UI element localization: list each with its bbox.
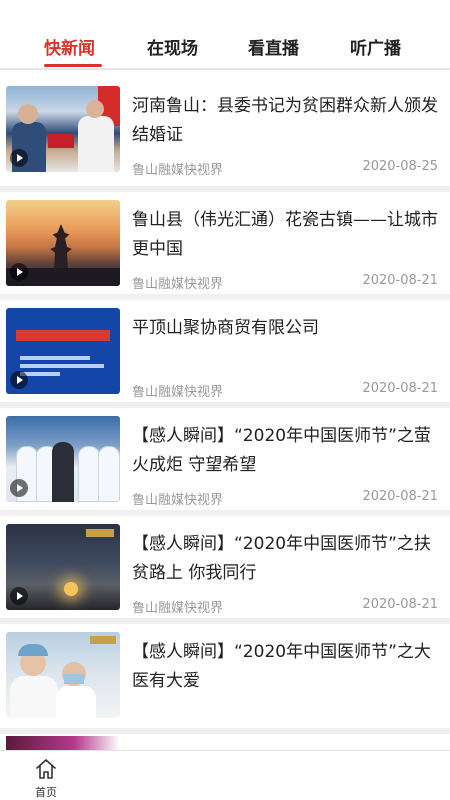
news-thumbnail[interactable]	[6, 524, 120, 610]
home-icon	[36, 759, 56, 779]
news-source: 鲁山融媒快视界	[132, 493, 224, 508]
play-icon	[10, 371, 28, 389]
news-date: 2020-08-21	[362, 273, 438, 288]
news-title[interactable]: 鲁山县（伟光汇通）花瓷古镇——让城市更中国	[132, 206, 438, 264]
news-title[interactable]: 平顶山聚协商贸有限公司	[132, 314, 438, 343]
nav-home-label: 首页	[35, 786, 57, 799]
play-icon	[10, 263, 28, 281]
news-card[interactable]: 【感人瞬间】“2020年中国医师节”之扶贫路上 你我同行 鲁山融媒快视界 202…	[0, 516, 450, 624]
news-card[interactable]: 河南鲁山：县委书记为贫困群众新人颁发结婚证 鲁山融媒快视界 2020-08-25	[0, 78, 450, 186]
tab-kuaixinwen[interactable]: 快新闻	[44, 34, 95, 59]
tab-tingguangbo[interactable]: 听广播	[350, 34, 401, 59]
top-tab-bar: 快新闻 在现场 看直播 听广播	[0, 0, 450, 68]
play-icon	[10, 479, 28, 497]
news-card[interactable]: 平顶山聚协商贸有限公司 鲁山融媒快视界 2020-08-21	[0, 300, 450, 408]
news-thumbnail[interactable]	[6, 632, 120, 718]
news-title[interactable]: 【感人瞬间】“2020年中国医师节”之大医有大爱	[132, 638, 438, 696]
news-source: 鲁山融媒快视界	[132, 601, 224, 616]
tab-zaixianchang[interactable]: 在现场	[147, 34, 198, 59]
active-tab-indicator	[44, 64, 102, 67]
news-date: 2020-08-25	[362, 159, 438, 174]
bottom-nav: 首页	[0, 750, 450, 800]
news-date: 2020-08-21	[362, 381, 438, 396]
news-title[interactable]: 【感人瞬间】“2020年中国医师节”之扶贫路上 你我同行	[132, 530, 438, 588]
news-source: 鲁山融媒快视界	[132, 163, 224, 178]
news-feed[interactable]: 河南鲁山：县委书记为贫困群众新人颁发结婚证 鲁山融媒快视界 2020-08-25…	[0, 70, 450, 750]
news-title[interactable]: 【感人瞬间】“2020年中国医师节”之萤火成炬 守望希望	[132, 422, 438, 480]
play-icon	[10, 587, 28, 605]
news-thumbnail[interactable]	[6, 86, 120, 172]
tab-kanzhibo[interactable]: 看直播	[248, 34, 299, 59]
news-card[interactable]: 鲁山县（伟光汇通）花瓷古镇——让城市更中国 鲁山融媒快视界 2020-08-21	[0, 192, 450, 300]
news-thumbnail[interactable]	[6, 736, 120, 750]
news-source: 鲁山融媒快视界	[132, 385, 224, 400]
news-date: 2020-08-21	[362, 597, 438, 612]
news-card[interactable]: 【感人瞬间】“2020年中国医师节”之大医有大爱	[0, 624, 450, 732]
news-source: 鲁山融媒快视界	[132, 277, 224, 292]
news-date: 2020-08-21	[362, 489, 438, 504]
news-thumbnail[interactable]	[6, 308, 120, 394]
news-thumbnail[interactable]	[6, 416, 120, 502]
news-thumbnail[interactable]	[6, 200, 120, 286]
nav-home[interactable]: 首页	[24, 755, 68, 799]
news-card[interactable]: 【感人瞬间】“2020年中国医师节”之萤火成炬 守望希望 鲁山融媒快视界 202…	[0, 408, 450, 516]
play-icon	[10, 149, 28, 167]
news-title[interactable]: 河南鲁山：县委书记为贫困群众新人颁发结婚证	[132, 92, 438, 150]
divider	[0, 728, 450, 734]
